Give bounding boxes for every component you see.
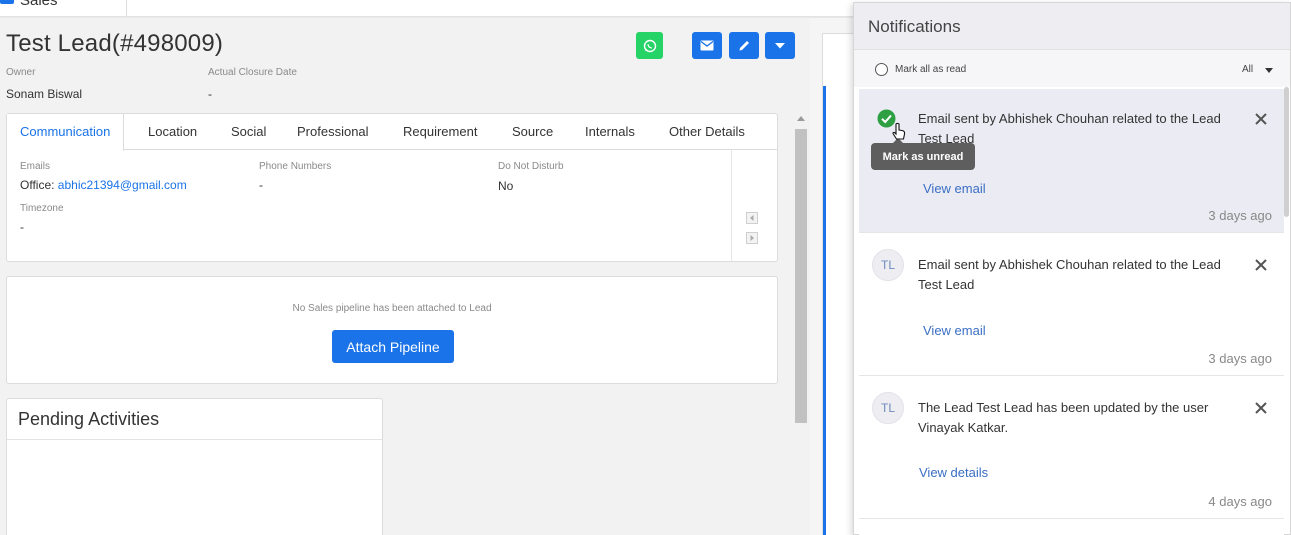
notification-time: 3 days ago [1208,208,1272,223]
notification-item[interactable]: TL Email sent by Abhishek Chouhan relate… [859,235,1284,376]
scroll-up-arrow[interactable] [797,116,805,121]
tab-other-details[interactable]: Other Details [656,114,758,150]
mark-all-read-label[interactable]: Mark all as read [895,64,966,75]
phone-label: Phone Numbers [259,161,332,172]
notification-message: The Lead Test Lead has been updated by t… [918,400,1209,435]
pending-activities-title: Pending Activities [18,409,160,429]
avatar: TL [872,392,904,424]
close-icon[interactable] [1255,113,1267,125]
tab-requirement[interactable]: Requirement [390,114,490,150]
view-email-link[interactable]: View email [923,181,986,196]
tab-social[interactable]: Social [218,114,279,150]
tab-source[interactable]: Source [499,114,566,150]
divider [126,0,127,16]
owner-label: Owner [6,67,36,78]
close-icon[interactable] [1255,402,1267,414]
triangle-left-icon [750,215,754,221]
hand-cursor-icon [892,122,906,140]
view-email-link[interactable]: View email [923,323,986,338]
activity-accent-bar [823,86,826,535]
more-actions-button[interactable] [765,32,795,59]
notification-item[interactable] [859,521,1284,535]
emails-prefix: Office: [20,178,58,192]
notifications-panel: Notifications Mark all as read All Email… [853,2,1291,535]
tab-location[interactable]: Location [135,114,210,150]
divider [7,439,382,440]
notification-time: 4 days ago [1208,494,1272,509]
app-icon [0,0,14,4]
details-card: Communication Location Social Profession… [6,113,778,262]
scrollbar-thumb[interactable] [795,129,807,423]
page-title: Test Lead(#498009) [6,30,224,57]
pending-activities-card: Pending Activities [6,398,383,535]
attach-pipeline-button[interactable]: Attach Pipeline [332,330,454,363]
avatar: TL [872,249,904,281]
tab-professional[interactable]: Professional [284,114,382,150]
notifications-toolbar: Mark all as read All [854,50,1290,87]
scroll-left-button[interactable] [746,212,758,224]
mark-all-radio[interactable] [875,63,888,76]
pipeline-card: No Sales pipeline has been attached to L… [6,276,778,384]
email-button[interactable] [692,32,722,59]
edit-button[interactable] [729,32,759,59]
app-name[interactable]: Sales [20,0,58,9]
view-details-link[interactable]: View details [919,465,988,480]
timezone-label: Timezone [20,203,64,214]
whatsapp-icon [643,39,656,52]
caret-down-icon [775,42,785,48]
email-link[interactable]: abhic21394@gmail.com [58,178,187,192]
owner-value: Sonam Biswal [6,87,83,101]
scroll-right-button[interactable] [746,232,758,244]
notifications-title: Notifications [868,17,961,36]
pipeline-empty-text: No Sales pipeline has been attached to L… [292,303,492,314]
dnd-value: No [498,179,514,193]
notification-item[interactable]: TL The Lead Test Lead has been updated b… [859,378,1284,519]
dnd-label: Do Not Disturb [498,161,564,172]
page-scrollbar[interactable] [793,113,809,535]
triangle-right-icon [750,235,754,241]
timezone-value: - [20,220,24,234]
notification-message: Email sent by Abhishek Chouhan related t… [918,257,1221,292]
emails-label: Emails [20,161,51,172]
tab-communication[interactable]: Communication [7,114,125,151]
closure-date-value: - [208,87,212,101]
notifications-header: Notifications [854,3,1290,50]
lead-detail: Test Lead(#498009) Owner Sonam Biswal Ac… [0,18,810,535]
notification-filter-select[interactable]: All [1242,64,1253,75]
phone-value: - [259,178,263,192]
notification-item[interactable]: Email sent by Abhishek Chouhan related t… [859,89,1284,233]
tab-scroll-nav [731,150,777,261]
envelope-icon [700,40,714,51]
emails-value: Office: abhic21394@gmail.com [20,178,187,192]
closure-date-label: Actual Closure Date [208,67,297,78]
tab-internals[interactable]: Internals [572,114,648,150]
notification-time: 3 days ago [1208,351,1272,366]
mark-unread-tooltip: Mark as unread [871,138,975,170]
notifications-scrollbar[interactable] [1284,87,1289,217]
caret-down-icon[interactable] [1265,68,1273,73]
close-icon[interactable] [1255,259,1267,271]
details-tabs: Communication Location Social Profession… [7,114,777,151]
whatsapp-button[interactable] [636,32,663,59]
pencil-icon [739,41,749,51]
